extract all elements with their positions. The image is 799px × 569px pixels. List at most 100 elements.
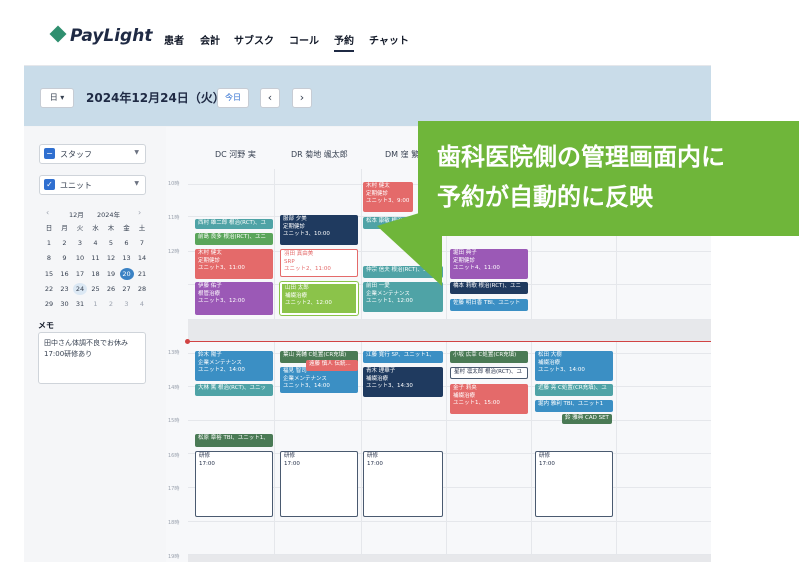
cal-day[interactable]: 21 <box>135 268 149 280</box>
hour-line <box>188 420 711 421</box>
appointment-e32[interactable]: 鈴 雅典 CAD SET <box>562 414 612 424</box>
appointment-e22[interactable]: 研修 17:00 <box>363 451 443 517</box>
appointment-e21[interactable]: 青木 理華子 補綴治療 ユニット3、14:30 <box>363 367 443 397</box>
cal-day[interactable]: 5 <box>104 237 118 249</box>
cal-day[interactable]: 12 <box>104 252 118 264</box>
prev-day-button[interactable]: ‹ <box>260 88 280 108</box>
cal-day[interactable]: 17 <box>73 268 87 280</box>
cal-day[interactable]: 16 <box>58 268 72 280</box>
appointment-e2[interactable]: 前島 良多 根治(RCT)、ユニ <box>195 233 273 245</box>
cal-day[interactable]: 27 <box>120 283 134 295</box>
appointment-e6[interactable]: 大林 篤 根治(RCT)、ユニッ <box>195 384 273 396</box>
appointment-e5[interactable]: 鈴木 陽子 企業メンテナンス ユニット2、14:00 <box>195 351 273 381</box>
cal-prev-icon[interactable]: ‹ <box>46 208 49 217</box>
memo-line: 田中さん体調不良でお休み <box>44 339 128 347</box>
appointment-text: ユニット3、9:00 <box>366 198 410 204</box>
cal-day[interactable]: 3 <box>120 298 134 310</box>
chevron-down-icon: ▼ <box>134 149 139 156</box>
appointment-e8[interactable]: 研修 17:00 <box>195 451 273 517</box>
cal-day[interactable]: 18 <box>89 268 103 280</box>
cal-year: 2024年 <box>97 211 121 219</box>
appointment-e14[interactable]: 遠藤 慎人 伝統... <box>306 360 358 371</box>
logo[interactable]: PayLight <box>49 25 153 46</box>
appointment-e23[interactable]: 堀田 典子 定期健診 ユニット4、11:00 <box>450 249 528 279</box>
staff-filter[interactable]: − スタッフ ▼ <box>39 144 146 164</box>
next-day-button[interactable]: › <box>292 88 312 108</box>
cal-day[interactable]: 26 <box>104 283 118 295</box>
cal-next-icon[interactable]: › <box>138 208 141 217</box>
view-select[interactable]: 日 ▾ <box>40 88 74 108</box>
appointment-e4[interactable]: 伊藤 佑子 根管治療 ユニット3、12:00 <box>195 282 273 315</box>
appointment-e27[interactable]: 星村 凛太郎 根治(RCT)、ユ <box>450 367 528 379</box>
cal-month: 12月 <box>69 211 84 219</box>
cal-day[interactable]: 25 <box>89 283 103 295</box>
appointment-e26[interactable]: 小坂 広幸 C処置(CR充填) <box>450 351 528 363</box>
appointment-e33[interactable]: 研修 17:00 <box>535 451 613 517</box>
cal-day[interactable]: 23 <box>58 283 72 295</box>
appointment-text: ユニット3、12:00 <box>198 298 245 304</box>
appointment-e30[interactable]: 近藤 亮 C処置(CR充填)、ユ <box>535 384 613 396</box>
column-header: DM 窪 繁 <box>385 150 420 159</box>
appointment-e10[interactable]: 羽田 真由美 SRP ユニット2、11:00 <box>280 249 358 277</box>
nav-patients[interactable]: 患者 <box>164 32 184 47</box>
appointment-text: 松田 大樹 <box>538 352 562 358</box>
cal-day[interactable]: 31 <box>73 298 87 310</box>
cal-weekday: 月 <box>61 224 68 232</box>
unit-filter[interactable]: ✓ ユニット ▼ <box>39 175 146 195</box>
cal-day[interactable]: 19 <box>104 268 118 280</box>
appointment-e1[interactable]: 西村 雄二郎 根治(RCT)、ユ <box>195 219 273 229</box>
cal-day[interactable]: 20 <box>119 267 134 280</box>
appointment-e29[interactable]: 松田 大樹 補綴治療 ユニット3、14:00 <box>535 351 613 381</box>
cal-day[interactable]: 24 <box>73 282 87 295</box>
cal-day[interactable]: 1 <box>42 237 56 249</box>
cal-day[interactable]: 6 <box>120 237 134 249</box>
cal-day[interactable]: 15 <box>42 268 56 280</box>
current-time-line <box>188 341 711 342</box>
appointment-e20[interactable]: 江藤 寛行 SP、ユニット1、 <box>363 351 443 363</box>
today-button[interactable]: 今日 <box>217 88 249 108</box>
cal-day[interactable]: 2 <box>58 237 72 249</box>
cal-day[interactable]: 4 <box>89 237 103 249</box>
appointment-e31[interactable]: 堀内 雅利 TBI、ユニット1 <box>535 400 613 412</box>
appointment-e24[interactable]: 橋本 莉歌 根治(RCT)、ユニ <box>450 282 528 294</box>
appointment-e9[interactable]: 服部 夕美 定期健診 ユニット3、10:00 <box>280 215 358 245</box>
time-label: 11時 <box>168 215 180 221</box>
cal-day[interactable]: 14 <box>135 252 149 264</box>
cal-day[interactable]: 3 <box>73 237 87 249</box>
logo-text: PayLight <box>70 26 153 46</box>
nav-chat[interactable]: チャット <box>369 32 409 47</box>
appointment-text: 定期健診 <box>283 223 306 230</box>
callout-line-1: 歯科医院側の管理画面内に <box>437 143 725 171</box>
cal-day[interactable]: 9 <box>58 252 72 264</box>
cal-day[interactable]: 29 <box>42 298 56 310</box>
nav-call[interactable]: コール <box>289 32 319 47</box>
cal-day[interactable]: 22 <box>42 283 56 295</box>
cal-day[interactable]: 13 <box>120 252 134 264</box>
cal-day[interactable]: 10 <box>73 252 87 264</box>
hour-line <box>188 521 711 522</box>
cal-day[interactable]: 4 <box>135 298 149 310</box>
appointment-e28[interactable]: 金子 莉央 補綴治療 ユニット1、15:00 <box>450 384 528 414</box>
cal-day[interactable]: 8 <box>42 252 56 264</box>
appointment-e7[interactable]: 松原 章裕 TBI、ユニット1、 <box>195 434 273 447</box>
memo-line: 17:00研修あり <box>44 350 93 358</box>
cal-day[interactable]: 28 <box>135 283 149 295</box>
appointment-text: ユニット3、10:00 <box>283 231 330 237</box>
cal-day[interactable]: 2 <box>104 298 118 310</box>
cal-day[interactable]: 7 <box>135 237 149 249</box>
cal-day[interactable]: 1 <box>89 298 103 310</box>
cal-day[interactable]: 30 <box>58 298 72 310</box>
appointment-e19[interactable]: 前田 一愛 企業メンテナンス ユニット1、12:00 <box>363 282 443 312</box>
nav-subscription[interactable]: サブスク <box>234 32 274 47</box>
nav-reservations[interactable]: 予約 <box>334 32 354 52</box>
closed-band <box>188 554 711 562</box>
appointment-text: 研修 <box>284 453 296 459</box>
nav-accounting[interactable]: 会計 <box>200 32 220 47</box>
appointment-text: 木村 健太 <box>366 183 390 189</box>
cal-day[interactable]: 11 <box>89 252 103 264</box>
memo-box[interactable]: 田中さん体調不良でお休み 17:00研修あり <box>38 332 146 384</box>
appointment-e15[interactable]: 研修 17:00 <box>280 451 358 517</box>
appointment-e3[interactable]: 木村 健太 定期健診 ユニット3、11:00 <box>195 249 273 279</box>
appointment-e11[interactable]: 山田 太郎 補綴治療 ユニット2、12:00 <box>280 282 358 315</box>
appointment-e25[interactable]: 佐藤 明日香 TBI、ユニット <box>450 299 528 311</box>
